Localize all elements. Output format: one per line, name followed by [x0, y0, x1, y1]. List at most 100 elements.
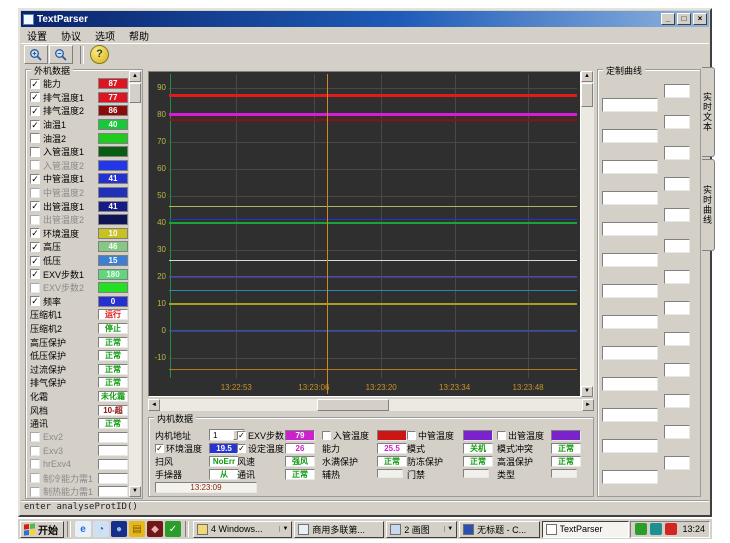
scroll-up-icon[interactable]: ▲ [581, 71, 593, 82]
checkbox[interactable] [322, 431, 331, 440]
help-button[interactable]: ? [90, 45, 109, 64]
checkbox[interactable] [497, 431, 506, 440]
task-button-2[interactable]: 商用多联第... [294, 521, 384, 538]
curve-value-input[interactable] [664, 301, 690, 315]
curve-name-input[interactable] [602, 191, 658, 205]
indoor-label-text: 模式 [407, 442, 425, 455]
checkbox[interactable]: ✓ [30, 242, 40, 252]
curve-name-input[interactable] [602, 346, 658, 360]
checkbox[interactable]: ✓ [30, 296, 40, 306]
outdoor-item-label: 制冷能力需1 [43, 472, 98, 485]
checkbox[interactable]: ✓ [30, 269, 40, 279]
messenger-icon[interactable]: ◔ [93, 521, 109, 537]
tray-shield-icon[interactable] [635, 523, 647, 535]
task-button-3[interactable]: 2 画图▼ [386, 521, 457, 538]
chevron-down-icon[interactable]: ▼ [444, 526, 453, 532]
outdoor-scrollbar[interactable]: ▲ ▼ [129, 71, 141, 497]
menu-help[interactable]: 帮助 [129, 28, 149, 43]
task-button-5[interactable]: TextParser [542, 521, 630, 538]
antivirus-icon[interactable]: ✓ [165, 521, 181, 537]
time-cursor-line[interactable] [327, 74, 328, 394]
scrollbar-thumb[interactable] [581, 83, 593, 107]
menu-protocol[interactable]: 协议 [61, 28, 81, 43]
tray-fetion-icon[interactable] [665, 523, 677, 535]
scroll-down-icon[interactable]: ▼ [129, 486, 141, 497]
curve-name-input[interactable] [602, 439, 658, 453]
scrollbar-thumb[interactable] [129, 83, 141, 103]
start-button[interactable]: 开始 [20, 521, 64, 538]
curve-value-input[interactable] [664, 394, 690, 408]
checkbox[interactable]: ✓ [30, 256, 40, 266]
task-button-4[interactable]: 无标题 - C... [459, 521, 539, 538]
zoom-out-button[interactable] [49, 45, 73, 64]
checkbox[interactable]: ✓ [237, 431, 246, 440]
curve-name-input[interactable] [602, 160, 658, 174]
y-axis-label: 40 [150, 218, 166, 227]
task-button-1[interactable]: 4 Windows...▼ [193, 521, 292, 538]
curve-name-input[interactable] [602, 408, 658, 422]
checkbox[interactable]: ✓ [30, 120, 40, 130]
curve-value-input[interactable] [664, 146, 690, 160]
checkbox[interactable]: ✓ [30, 174, 40, 184]
minimize-button[interactable]: _ [661, 13, 675, 25]
zoom-in-button[interactable] [24, 45, 48, 64]
curve-value-input[interactable] [664, 208, 690, 222]
checkbox[interactable] [30, 133, 40, 143]
value-badge [98, 459, 128, 470]
series-line [169, 260, 577, 261]
indoor-timestamp: 13:23:09 [155, 482, 257, 493]
tray-updater-icon[interactable] [650, 523, 662, 535]
y-axis-label: 90 [150, 83, 166, 92]
tab-realtime-curve[interactable]: 实时曲线 [702, 159, 715, 251]
curve-value-input[interactable] [664, 177, 690, 191]
series-line [169, 290, 577, 291]
outdoor-item-label: 压缩机2 [30, 322, 98, 335]
curve-value-input[interactable] [664, 425, 690, 439]
menu-settings[interactable]: 设置 [27, 28, 47, 43]
curve-name-input[interactable] [602, 284, 658, 298]
curve-value-input[interactable] [664, 270, 690, 284]
app-icon [23, 14, 34, 25]
indoor-data-panel: 内机数据 内机地址✓环境温度扫风手操器1▼19.5NoErr从✓EXV步数✓设定… [148, 417, 594, 497]
checkbox[interactable]: ✓ [30, 92, 40, 102]
notes-icon[interactable]: ▤ [129, 521, 145, 537]
curve-name-input[interactable] [602, 253, 658, 267]
checkbox[interactable] [30, 147, 40, 157]
curve-value-input[interactable] [664, 363, 690, 377]
checkbox[interactable]: ✓ [30, 228, 40, 238]
security-icon[interactable]: ◆ [147, 521, 163, 537]
curve-value-input[interactable] [664, 115, 690, 129]
close-button[interactable]: × [693, 13, 707, 25]
curve-name-input[interactable] [602, 315, 658, 329]
scroll-left-icon[interactable]: ◄ [148, 399, 160, 411]
scrollbar-thumb[interactable] [317, 399, 389, 411]
checkbox[interactable]: ✓ [30, 201, 40, 211]
scroll-up-icon[interactable]: ▲ [129, 71, 141, 82]
curve-name-input[interactable] [602, 98, 658, 112]
scroll-right-icon[interactable]: ► [582, 399, 594, 411]
curve-value-input[interactable] [664, 456, 690, 470]
curve-value-input[interactable] [664, 332, 690, 346]
realtime-curve-chart: 9080706050403020100-1013:22:5313:23:0613… [148, 71, 581, 397]
checkbox[interactable]: ✓ [155, 444, 164, 453]
chart-vertical-scrollbar[interactable]: ▲ ▼ [581, 71, 594, 397]
scroll-down-icon[interactable]: ▼ [581, 386, 593, 397]
value-badge [98, 473, 128, 484]
maximize-button[interactable]: □ [677, 13, 691, 25]
checkbox[interactable] [407, 431, 416, 440]
checkbox[interactable]: ✓ [30, 79, 40, 89]
curve-name-input[interactable] [602, 377, 658, 391]
curve-name-input[interactable] [602, 129, 658, 143]
ie-icon[interactable]: e [75, 521, 91, 537]
curve-name-input[interactable] [602, 222, 658, 236]
chevron-down-icon[interactable]: ▼ [279, 526, 288, 532]
curve-value-input[interactable] [664, 84, 690, 98]
curve-name-input[interactable] [602, 470, 658, 484]
browser-ball-icon[interactable]: ● [111, 521, 127, 537]
chart-horizontal-scrollbar[interactable]: ◄ ► [148, 399, 594, 411]
checkbox[interactable]: ✓ [30, 106, 40, 116]
checkbox[interactable]: ✓ [237, 444, 246, 453]
menu-options[interactable]: 选项 [95, 28, 115, 43]
tab-realtime-text[interactable]: 实时文本 [702, 67, 715, 157]
curve-value-input[interactable] [664, 239, 690, 253]
